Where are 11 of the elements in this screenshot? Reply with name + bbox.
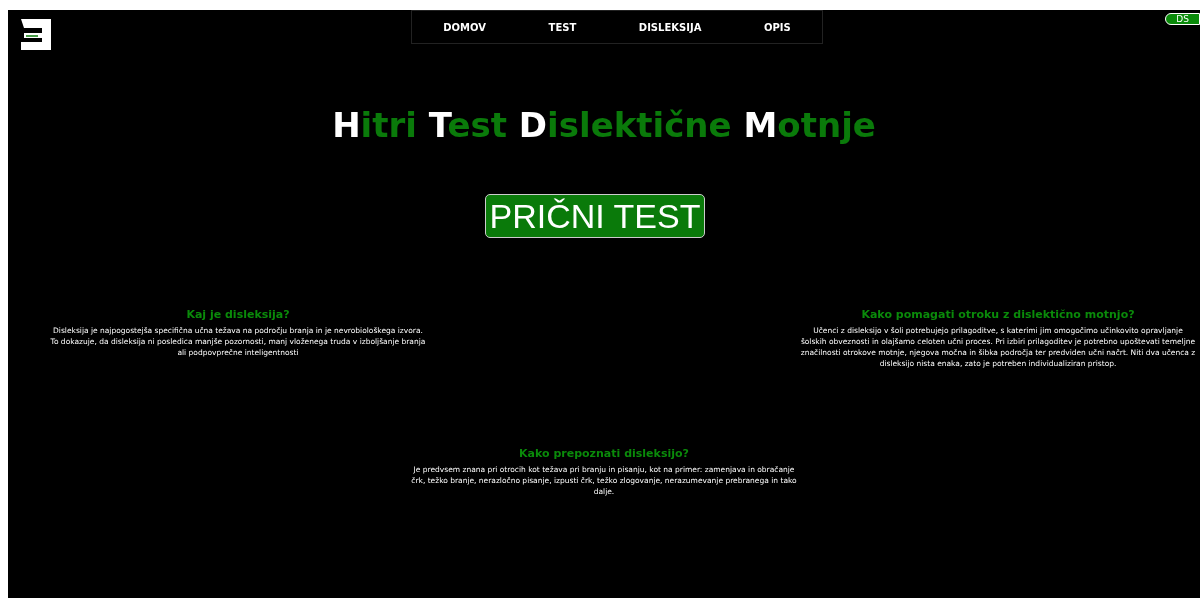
section-heading: Kaj je disleksija? <box>185 308 291 321</box>
section-heading: Kako prepoznati disleksijo? <box>518 447 690 460</box>
nav-link[interactable]: TEST <box>548 21 577 33</box>
page-title: Hitri Test Dislektične Motnje <box>331 104 877 147</box>
start-test-button[interactable]: PRIČNI TEST <box>484 194 706 238</box>
section-heading: Kako pomagati otroku z dislektično motnjo? <box>860 308 1136 321</box>
nav-link[interactable]: OPIS <box>763 21 791 33</box>
nav-link[interactable]: DOMOV <box>443 21 486 33</box>
logo-icon <box>18 17 54 53</box>
badge[interactable]: DS <box>1165 13 1200 25</box>
nav-link[interactable]: DISLEKSIJA <box>638 21 702 33</box>
